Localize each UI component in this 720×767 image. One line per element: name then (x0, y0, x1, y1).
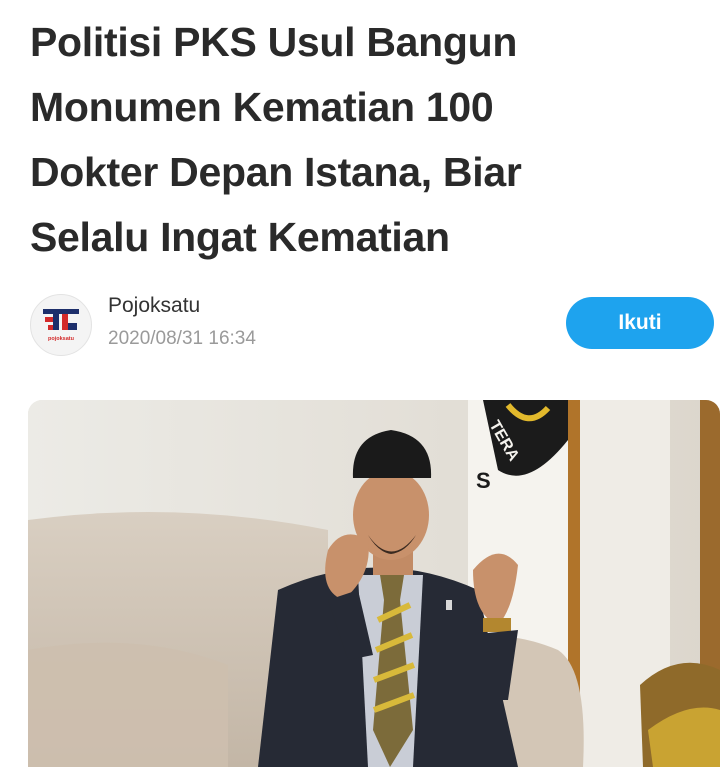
pojoksatu-logo-icon: pojoksatu (43, 309, 79, 342)
article-page: Politisi PKS Usul Bangun Monumen Kematia… (0, 0, 720, 767)
headline-line-1: Politisi PKS Usul Bangun (30, 19, 518, 65)
publisher-row: pojoksatu Pojoksatu 2020/08/31 16:34 Iku… (30, 290, 720, 360)
headline-line-4: Selalu Ingat Kematian (30, 214, 450, 260)
publish-timestamp: 2020/08/31 16:34 (108, 328, 256, 349)
headline-line-3: Dokter Depan Istana, Biar (30, 149, 522, 195)
logo-wordmark: pojoksatu (48, 336, 74, 342)
article-photo-image: TERA S (28, 400, 720, 767)
headline-line-2: Monumen Kematian 100 (30, 84, 494, 130)
publisher-name[interactable]: Pojoksatu (108, 294, 200, 318)
article-photo[interactable]: TERA S (28, 400, 720, 767)
publisher-avatar[interactable]: pojoksatu (30, 294, 92, 356)
flag-letter: S (476, 468, 491, 493)
follow-button[interactable]: Ikuti (566, 297, 714, 349)
article-headline: Politisi PKS Usul Bangun Monumen Kematia… (30, 10, 670, 270)
